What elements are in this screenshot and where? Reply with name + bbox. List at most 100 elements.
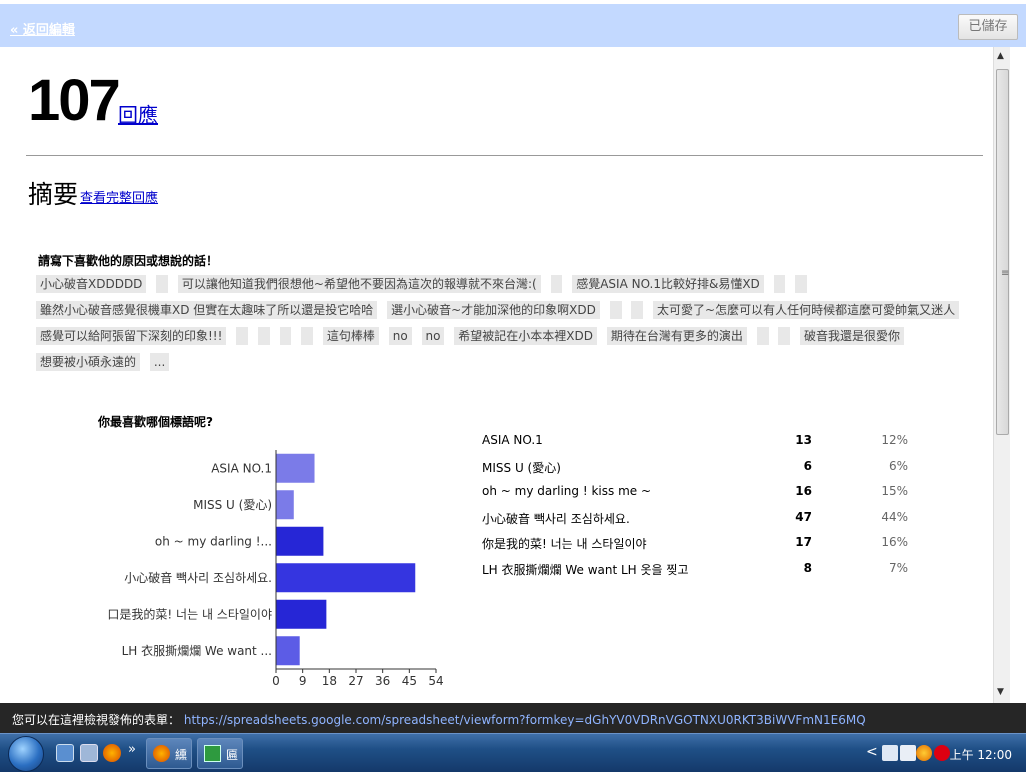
form-summary-content: 107 回應 摘要 查看完整回應 請寫下喜歡他的原因或想說的話！ 小心破音XDD… bbox=[16, 47, 993, 703]
network-icon[interactable] bbox=[882, 745, 898, 761]
divider bbox=[26, 155, 983, 156]
row-count: 47 bbox=[795, 509, 812, 524]
answer-chip bbox=[301, 327, 314, 345]
answer-chip bbox=[756, 327, 769, 345]
scroll-down-arrow-icon[interactable]: ▼ bbox=[997, 687, 1004, 697]
category-label: 口是我的菜! 너는 내 스타일이야 bbox=[107, 606, 272, 621]
answer-chip bbox=[550, 275, 563, 293]
x-tick-label: 45 bbox=[402, 674, 417, 688]
table-row: 你是我的菜! 너는 내 스타일이야 17 16% bbox=[482, 531, 922, 557]
clock: 上午 12:00 bbox=[949, 748, 1012, 762]
antivirus-icon[interactable] bbox=[934, 745, 950, 761]
answer-chip: 期待在台灣有更多的演出 bbox=[606, 327, 747, 345]
table-row: ASIA NO.1 13 12% bbox=[482, 429, 922, 455]
answer-chip: 這句棒棒 bbox=[322, 327, 379, 345]
scroll-thumb[interactable]: ≡ bbox=[996, 69, 1009, 435]
answer-chip bbox=[778, 327, 791, 345]
row-label: MISS U (愛心) bbox=[482, 460, 561, 475]
top-toolbar: « 返回編輯 已儲存 bbox=[0, 0, 1026, 47]
taskbar-button-label: 匾 bbox=[226, 748, 239, 762]
bar-chart: ASIA NO.1 MISS U (愛心) oh ~ my darling !...… bbox=[107, 450, 444, 688]
category-label: MISS U (愛心) bbox=[193, 498, 272, 512]
bar bbox=[276, 453, 315, 483]
answer-chip bbox=[279, 327, 292, 345]
taskbar: » 纁 匾 < 上午 12:00 bbox=[0, 733, 1026, 772]
category-label: ASIA NO.1 bbox=[211, 461, 272, 475]
answer-chip: 可以讓他知道我們很想他~希望他不要因為這次的報導就不來台灣:( bbox=[177, 275, 541, 293]
row-count: 17 bbox=[795, 535, 812, 549]
x-tick-label: 54 bbox=[428, 674, 443, 688]
answer-chip: 希望被記在小本本裡XDD bbox=[454, 327, 597, 345]
taskbar-button-label: 纁 bbox=[175, 748, 188, 762]
category-label: oh ~ my darling !... bbox=[155, 534, 272, 548]
answer-chip: 選小心破音~才能加深他的印象啊XDD bbox=[387, 301, 600, 319]
taskbar-button-spreadsheet[interactable]: 匾 bbox=[197, 738, 243, 769]
answer-chip bbox=[631, 301, 644, 319]
table-row: LH 衣服撕爛爛 We want LH 옷을 찢고 8 7% bbox=[482, 557, 922, 583]
show-desktop-icon[interactable] bbox=[56, 744, 74, 762]
x-tick-label: 18 bbox=[322, 674, 337, 688]
more-chevron-icon[interactable]: » bbox=[128, 742, 136, 757]
firefox-icon bbox=[153, 745, 170, 762]
x-tick-label: 9 bbox=[299, 674, 307, 688]
row-label: oh ~ my darling ! kiss me ~ bbox=[482, 484, 652, 498]
status-text: 您可以在這裡檢視發佈的表單： bbox=[12, 713, 181, 727]
row-count: 16 bbox=[795, 484, 812, 498]
answer-chip bbox=[236, 327, 249, 345]
row-percent: 16% bbox=[881, 535, 908, 549]
row-percent: 12% bbox=[881, 433, 908, 447]
vertical-scrollbar[interactable]: ▲ ≡ ▼ bbox=[993, 47, 1010, 703]
bar bbox=[276, 636, 300, 666]
row-percent: 6% bbox=[888, 458, 908, 473]
answer-chip: no bbox=[388, 327, 412, 345]
view-full-responses-link[interactable]: 查看完整回應 bbox=[80, 187, 158, 206]
start-button-windows-icon[interactable] bbox=[8, 736, 44, 772]
category-label: LH 衣服撕爛爛 We want ... bbox=[122, 643, 272, 658]
bar bbox=[276, 526, 324, 556]
answer-chip: 想要被小碩永遠的 bbox=[36, 353, 141, 371]
x-tick-label: 27 bbox=[348, 674, 363, 688]
tray-expand-icon[interactable]: < bbox=[866, 744, 878, 760]
response-count: 107 bbox=[28, 68, 121, 133]
saved-button[interactable]: 已儲存 bbox=[958, 14, 1018, 40]
row-percent: 44% bbox=[881, 509, 908, 524]
table-row: oh ~ my darling ! kiss me ~ 16 15% bbox=[482, 480, 922, 506]
answer-chip: 感覺ASIA NO.1比較好排&易懂XD bbox=[572, 275, 764, 293]
summary-title: 摘要 bbox=[28, 180, 79, 209]
answer-chip: 小心破音XDDDDD bbox=[36, 275, 147, 293]
row-label: ASIA NO.1 bbox=[482, 433, 543, 447]
row-count: 8 bbox=[803, 560, 812, 575]
back-to-edit-link[interactable]: « 返回編輯 bbox=[10, 19, 75, 38]
scroll-up-arrow-icon[interactable]: ▲ bbox=[997, 51, 1004, 61]
grip-icon: ≡ bbox=[1001, 268, 1010, 279]
answer-chip: ... bbox=[149, 353, 170, 371]
table-row: 小心破音 빽사리 조심하세요. 47 44% bbox=[482, 506, 922, 532]
table-row: MISS U (愛心) 6 6% bbox=[482, 455, 922, 481]
row-count: 13 bbox=[795, 433, 812, 447]
computer-icon[interactable] bbox=[80, 744, 98, 762]
responses-link[interactable]: 回應 bbox=[118, 99, 158, 128]
app-tray-icon[interactable] bbox=[916, 745, 932, 761]
answer-chip: 雖然小心破音感覺很機車XD 但實在太趣味了所以還是投它哈哈 bbox=[36, 301, 378, 319]
monitor-icon[interactable] bbox=[900, 745, 916, 761]
answer-chip: 破音我還是很愛你 bbox=[799, 327, 904, 345]
row-label: 你是我的菜! 너는 내 스타일이야 bbox=[482, 537, 647, 551]
question-1-answers: 小心破音XDDDDD 可以讓他知道我們很想他~希望他不要因為這次的報導就不來台灣… bbox=[36, 271, 971, 375]
results-table: ASIA NO.1 13 12% MISS U (愛心) 6 6% oh ~ my darl… bbox=[482, 429, 922, 582]
question-1-title: 請寫下喜歡他的原因或想說的話！ bbox=[38, 254, 219, 268]
row-label: LH 衣服撕爛爛 We want LH 옷을 찢고 bbox=[482, 562, 689, 577]
question-2-title: 你最喜歡哪個標語呢? bbox=[98, 415, 213, 429]
answer-chip: no bbox=[421, 327, 445, 345]
taskbar-button-browser[interactable]: 纁 bbox=[146, 738, 192, 769]
category-label: 小心破音 빽사리 조심하세요. bbox=[124, 570, 272, 585]
status-url[interactable]: https://spreadsheets.google.com/spreadsh… bbox=[184, 713, 866, 727]
firefox-icon[interactable] bbox=[103, 744, 121, 762]
status-bar: 您可以在這裡檢視發佈的表單： https://spreadsheets.goog… bbox=[0, 703, 1026, 733]
row-label: 小心破音 빽사리 조심하세요. bbox=[482, 511, 630, 526]
spreadsheet-icon bbox=[204, 745, 221, 762]
answer-chip bbox=[609, 301, 622, 319]
answer-chip: 太可愛了~怎麼可以有人任何時候都這麼可愛帥氣又迷人 bbox=[653, 301, 960, 319]
x-tick-label: 0 bbox=[272, 674, 280, 688]
bar bbox=[276, 563, 416, 593]
answer-chip: 感覺可以給阿張留下深刻的印象!!! bbox=[36, 327, 227, 345]
